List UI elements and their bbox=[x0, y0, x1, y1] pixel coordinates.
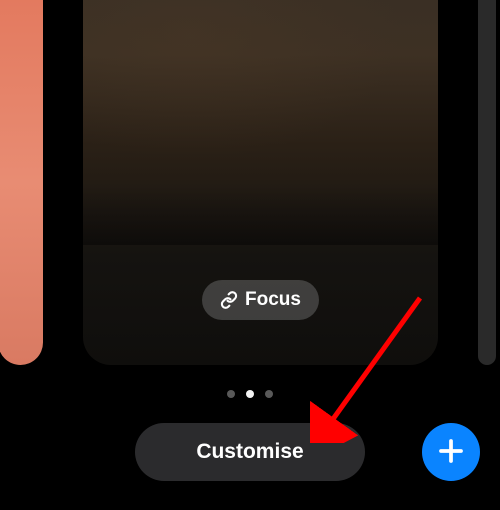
customise-button[interactable]: Customise bbox=[135, 423, 365, 481]
page-dot bbox=[265, 390, 273, 398]
link-icon bbox=[220, 291, 238, 309]
plus-icon bbox=[436, 436, 466, 469]
wallpaper-card-current[interactable]: Focus bbox=[83, 0, 438, 365]
page-indicator bbox=[227, 390, 273, 398]
focus-button[interactable]: Focus bbox=[202, 280, 319, 320]
customise-label: Customise bbox=[196, 440, 303, 464]
add-button[interactable] bbox=[422, 423, 480, 481]
wallpaper-carousel[interactable]: Focus bbox=[0, 0, 500, 365]
page-dot-active bbox=[246, 390, 254, 398]
wallpaper-card-previous[interactable] bbox=[0, 0, 43, 365]
page-dot bbox=[227, 390, 235, 398]
wallpaper-card-next[interactable] bbox=[478, 0, 496, 365]
focus-label: Focus bbox=[245, 289, 301, 311]
bottom-toolbar: Customise bbox=[0, 420, 500, 484]
